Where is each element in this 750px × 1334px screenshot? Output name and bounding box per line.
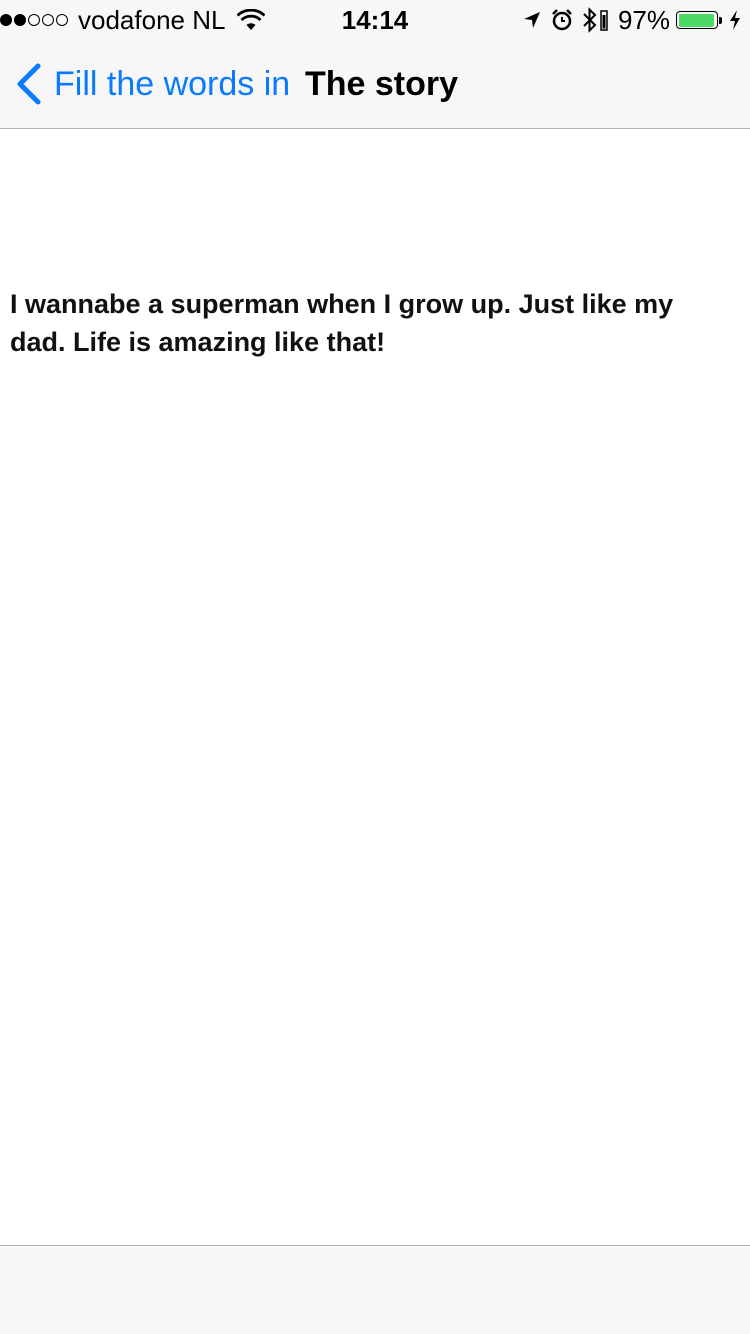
charging-bolt-icon xyxy=(730,10,740,30)
battery-fill xyxy=(678,13,715,27)
location-arrow-icon xyxy=(523,12,540,28)
battery-percent: 97% xyxy=(617,4,670,35)
story-content: I wannabe a superman when I grow up. Jus… xyxy=(10,285,730,361)
screen: vodafone NL 14:14 97% Fill the words in … xyxy=(0,0,750,1334)
navigation-bar: Fill the words in The story xyxy=(0,40,750,129)
page-title: The story xyxy=(305,65,459,103)
battery-icon xyxy=(676,11,718,29)
bluetooth-battery-icon xyxy=(600,10,608,31)
chevron-left-icon xyxy=(17,63,41,105)
battery-tip xyxy=(719,16,722,24)
back-button-label: Fill the words in xyxy=(54,64,291,103)
back-button[interactable]: Fill the words in xyxy=(14,40,290,128)
status-bar: vodafone NL 14:14 97% xyxy=(0,0,750,40)
bluetooth-icon xyxy=(583,7,597,33)
status-right: 97% xyxy=(514,4,742,36)
bottom-toolbar xyxy=(0,1245,750,1334)
story-text: I wannabe a superman when I grow up. Jus… xyxy=(10,289,674,357)
alarm-icon xyxy=(552,9,572,31)
